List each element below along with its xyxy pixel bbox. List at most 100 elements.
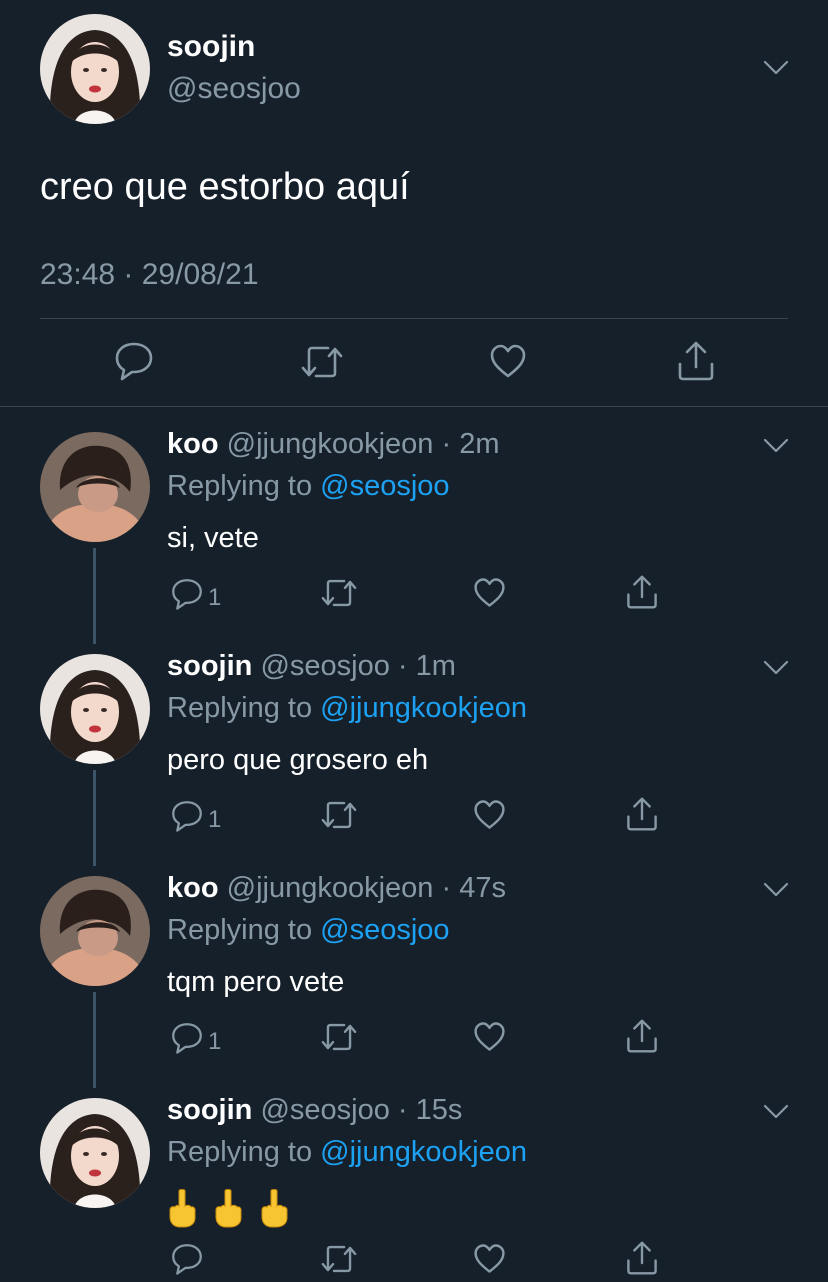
chevron-down-icon[interactable]: [763, 60, 789, 76]
avatar[interactable]: [40, 1098, 150, 1208]
reply-icon: [170, 577, 204, 611]
reply-count: 1: [208, 1028, 222, 1055]
avatar[interactable]: [40, 654, 150, 764]
share-button[interactable]: [625, 1018, 659, 1054]
share-button[interactable]: [625, 796, 659, 832]
chevron-down-icon[interactable]: [763, 438, 789, 454]
avatar[interactable]: [40, 876, 150, 986]
heart-icon: [473, 1020, 506, 1053]
reply-tweet[interactable]: koo @jjungkookjeon · 2m Replying to @seo…: [0, 408, 828, 644]
retweet-button[interactable]: [320, 1020, 358, 1054]
tweet-text: [167, 1188, 289, 1228]
reply-button[interactable]: [170, 1242, 204, 1276]
reply-icon: [170, 1021, 204, 1055]
emoji-row: [167, 1188, 289, 1228]
display-name[interactable]: soojin: [167, 1094, 252, 1126]
reply-tweet[interactable]: koo @jjungkookjeon · 47s Replying to @se…: [0, 852, 828, 1088]
mention-link[interactable]: @jjungkookjeon: [320, 692, 527, 724]
mention-link[interactable]: @seosjoo: [320, 470, 449, 502]
replying-to: Replying to @jjungkookjeon: [167, 692, 527, 725]
display-name[interactable]: soojin: [167, 30, 255, 64]
share-icon: [676, 340, 716, 382]
tweet-actions: [0, 1234, 828, 1276]
reply-count: 1: [208, 806, 222, 833]
reply-icon: [170, 1242, 204, 1276]
retweet-button[interactable]: [320, 1242, 358, 1276]
avatar[interactable]: [40, 432, 150, 542]
reply-header: koo @jjungkookjeon · 47s: [167, 872, 506, 905]
reply-icon: [114, 340, 154, 382]
tweet-actions: 1: [0, 568, 828, 611]
reply-count: 1: [208, 584, 222, 611]
heart-icon: [489, 342, 527, 380]
like-button[interactable]: [473, 576, 506, 609]
retweet-button[interactable]: [300, 342, 344, 382]
like-button[interactable]: [489, 342, 527, 380]
user-handle[interactable]: @jjungkookjeon: [227, 872, 434, 904]
tweet-text: pero que grosero eh: [167, 744, 429, 776]
like-button[interactable]: [473, 798, 506, 831]
reply-header: koo @jjungkookjeon · 2m: [167, 428, 499, 461]
tweet-text: si, vete: [167, 522, 259, 554]
replying-label: Replying to: [167, 914, 313, 946]
share-icon: [625, 1018, 659, 1054]
middle-finger-emoji-icon: [167, 1188, 197, 1228]
like-button[interactable]: [473, 1242, 506, 1275]
retweet-icon: [300, 342, 344, 382]
display-name[interactable]: koo: [167, 872, 219, 904]
retweet-icon: [320, 798, 358, 832]
reply-button[interactable]: 1: [170, 1020, 221, 1056]
middle-finger-emoji-icon: [259, 1188, 289, 1228]
like-button[interactable]: [473, 1020, 506, 1053]
replying-to: Replying to @seosjoo: [167, 914, 450, 947]
avatar[interactable]: [40, 14, 150, 124]
middle-finger-emoji-icon: [213, 1188, 243, 1228]
reply-icon: [170, 799, 204, 833]
share-button[interactable]: [625, 1240, 659, 1276]
chevron-down-icon[interactable]: [763, 660, 789, 676]
replying-to: Replying to @seosjoo: [167, 470, 450, 503]
display-name[interactable]: soojin: [167, 650, 252, 682]
mention-link[interactable]: @seosjoo: [320, 914, 449, 946]
tweet-actions: 1: [0, 1012, 828, 1055]
retweet-icon: [320, 1242, 358, 1276]
retweet-icon: [320, 576, 358, 610]
reply-button[interactable]: 1: [170, 576, 221, 612]
heart-icon: [473, 798, 506, 831]
reply-time: · 2m: [441, 428, 500, 460]
divider: [0, 406, 828, 407]
mention-link[interactable]: @jjungkookjeon: [320, 1136, 527, 1168]
user-handle[interactable]: @seosjoo: [260, 1094, 389, 1126]
share-icon: [625, 574, 659, 610]
reply-time: · 1m: [397, 650, 456, 682]
reply-button[interactable]: 1: [170, 798, 221, 834]
reply-button[interactable]: [114, 340, 154, 382]
tweet-timestamp[interactable]: 23:48 · 29/08/21: [40, 258, 259, 292]
chevron-down-icon[interactable]: [763, 1104, 789, 1120]
reply-header: soojin @seosjoo · 15s: [167, 1094, 462, 1127]
reply-time: · 47s: [441, 872, 506, 904]
main-tweet: soojin @seosjoo creo que estorbo aquí 23…: [0, 0, 828, 408]
replying-to: Replying to @jjungkookjeon: [167, 1136, 527, 1169]
user-handle[interactable]: @seosjoo: [167, 72, 301, 106]
heart-icon: [473, 1242, 506, 1275]
heart-icon: [473, 576, 506, 609]
share-icon: [625, 1240, 659, 1276]
tweet-text: creo que estorbo aquí: [40, 166, 410, 208]
divider: [40, 318, 788, 319]
share-button[interactable]: [676, 340, 716, 382]
user-handle[interactable]: @jjungkookjeon: [227, 428, 434, 460]
replying-label: Replying to: [167, 692, 313, 724]
replying-label: Replying to: [167, 1136, 313, 1168]
reply-tweet[interactable]: soojin @seosjoo · 15s Replying to @jjung…: [0, 1074, 828, 1282]
reply-tweet[interactable]: soojin @seosjoo · 1m Replying to @jjungk…: [0, 630, 828, 866]
tweet-actions: [0, 340, 828, 386]
user-handle[interactable]: @seosjoo: [260, 650, 389, 682]
reply-time: · 15s: [397, 1094, 463, 1126]
tweet-text: tqm pero vete: [167, 966, 345, 998]
retweet-button[interactable]: [320, 798, 358, 832]
retweet-button[interactable]: [320, 576, 358, 610]
share-button[interactable]: [625, 574, 659, 610]
display-name[interactable]: koo: [167, 428, 219, 460]
chevron-down-icon[interactable]: [763, 882, 789, 898]
